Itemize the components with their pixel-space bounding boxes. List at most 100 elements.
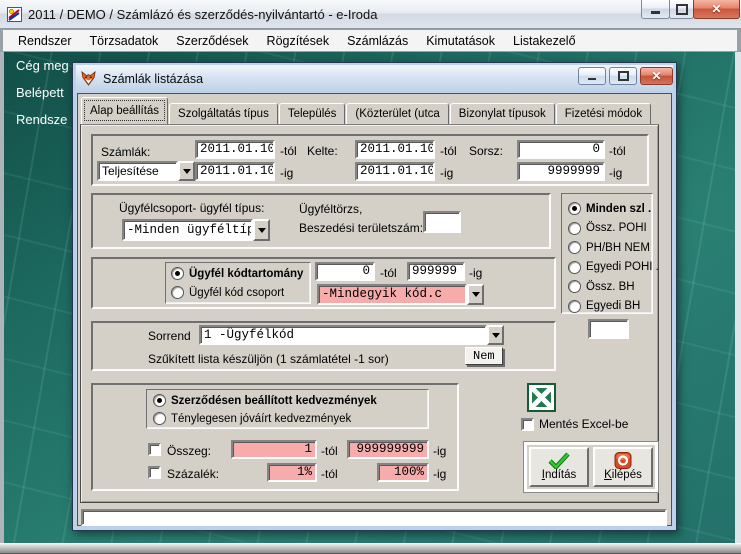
client-code-range-option[interactable]: Ügyfél kódtartomány bbox=[171, 267, 303, 280]
territory-label-2: Beszedési területszám: bbox=[299, 221, 423, 235]
szamlak-label: Számlák: bbox=[101, 145, 150, 159]
maximize-button[interactable] bbox=[669, 0, 694, 19]
osszeg-to-field[interactable]: 999999999 bbox=[347, 440, 429, 459]
szazalek-checkbox[interactable] bbox=[148, 466, 161, 479]
order-dropdown[interactable]: 1 -Ügyfélkód bbox=[199, 325, 504, 345]
tab-telepules[interactable]: Település bbox=[279, 103, 346, 124]
fox-icon bbox=[81, 71, 96, 86]
client-code-to-field[interactable]: 999999 bbox=[407, 262, 465, 281]
minimize-button[interactable] bbox=[641, 0, 670, 19]
excel-export-checkbox[interactable] bbox=[521, 418, 534, 431]
sorsz-from-field[interactable]: 0 bbox=[517, 140, 605, 159]
territory-field[interactable] bbox=[423, 211, 461, 233]
suffix-to-label: -ig bbox=[469, 266, 482, 280]
code-group-dropdown[interactable]: -Mindegyik kód.c bbox=[317, 284, 484, 305]
tab-bizonylat-tipusok[interactable]: Bizonylat típusok bbox=[450, 103, 555, 124]
group-discounts: Szerződésen beállított kedvezmények Tény… bbox=[91, 383, 459, 491]
suffix-to-label: -ig bbox=[280, 166, 293, 180]
client-code-group-label: Ügyfél kód csoport bbox=[189, 287, 284, 299]
dialog-minimize-button[interactable] bbox=[578, 67, 606, 85]
client-type-dropdown[interactable]: -Minden ügyféltíp bbox=[122, 219, 270, 241]
client-code-group-option[interactable]: Ügyfél kód csoport bbox=[171, 286, 284, 299]
kelte-date-to-field[interactable]: 2011.01.10 bbox=[355, 162, 435, 181]
suffix-to-label: -ig bbox=[440, 166, 453, 180]
excel-export-option[interactable]: Mentés Excel-be bbox=[521, 417, 628, 431]
nem-toggle-button[interactable]: Nem bbox=[465, 347, 503, 365]
main-statusbar bbox=[0, 543, 741, 554]
scope-option-label: Egyedi POHI . bbox=[586, 261, 659, 273]
minimize-icon bbox=[651, 11, 660, 14]
sorsz-to-field[interactable]: 9999999 bbox=[517, 162, 605, 181]
kelte-label: Kelte: bbox=[307, 144, 338, 158]
menu-szerzodesek[interactable]: Szerződések bbox=[167, 32, 257, 50]
discount-actual-option[interactable]: Ténylegesen jóváírt kedvezmények bbox=[153, 412, 351, 425]
client-type-label: Ügyfélcsoport- ügyfél típus: bbox=[119, 201, 264, 215]
scope-option-phbh-nem[interactable]: PH/BH NEM bbox=[568, 241, 652, 254]
scope-option-minden-szl[interactable]: Minden szl . bbox=[568, 202, 652, 215]
dropdown-arrow-button[interactable] bbox=[467, 284, 484, 305]
maximize-icon bbox=[676, 4, 688, 15]
tab-fizetesi-modok[interactable]: Fizetési módok bbox=[556, 103, 651, 124]
main-titlebar: 2011 / DEMO / Számlázó és szerződés-nyil… bbox=[0, 0, 741, 29]
scope-extra-field[interactable] bbox=[588, 319, 629, 339]
suffix-from-label: -tól bbox=[609, 144, 626, 158]
code-group-value: -Mindegyik kód.c bbox=[317, 284, 467, 305]
client-code-range-label: Ügyfél kódtartomány bbox=[189, 268, 303, 280]
radio-icon bbox=[568, 280, 581, 293]
inditas-button[interactable]: Indítás bbox=[529, 447, 589, 487]
suffix-to-label: -ig bbox=[609, 166, 622, 180]
group-scope: Minden szl . Össz. POHI PH/BH NEM Egyedi… bbox=[561, 193, 653, 314]
kelte-date-from-field[interactable]: 2011.01.10 bbox=[355, 140, 435, 159]
minimize-icon bbox=[588, 78, 596, 80]
kilepes-button[interactable]: Kilépés bbox=[593, 447, 653, 487]
territory-label-1: Ügyféltörzs, bbox=[299, 202, 362, 216]
suffix-from-label: -tól bbox=[440, 144, 457, 158]
bg-label-belepett: Belépett bbox=[16, 85, 64, 100]
tab-alap-beallitas[interactable]: Alap beállítás bbox=[81, 97, 168, 124]
scope-option-ossz-bh[interactable]: Össz. BH bbox=[568, 280, 652, 293]
scope-option-egyedi-bh[interactable]: Egyedi BH bbox=[568, 300, 652, 313]
scope-option-label: Össz. POHI bbox=[586, 222, 647, 234]
group-invoice-dates: Számlák: 2011.01.10 -tól Kelte: 2011.01.… bbox=[91, 134, 649, 186]
osszeg-from-field[interactable]: 1 bbox=[231, 440, 317, 459]
scope-option-ossz-pohi[interactable]: Össz. POHI bbox=[568, 222, 652, 235]
dropdown-arrow-button[interactable] bbox=[487, 325, 504, 345]
dropdown-arrow-button[interactable] bbox=[253, 219, 270, 241]
radio-icon bbox=[153, 412, 166, 425]
menu-rogzitesek[interactable]: Rögzítések bbox=[258, 32, 339, 50]
osszeg-label: Összeg: bbox=[167, 444, 211, 458]
suffix-from-label: -tól bbox=[380, 266, 397, 280]
scope-option-egyedi-pohi[interactable]: Egyedi POHI . bbox=[568, 261, 652, 274]
tab-szolgaltatas-tipus[interactable]: Szolgáltatás típus bbox=[169, 103, 278, 124]
osszeg-checkbox[interactable] bbox=[148, 443, 161, 456]
szamlak-date-to-field[interactable]: 2011.01.10 bbox=[195, 162, 275, 181]
suffix-from-label: -tól bbox=[321, 467, 338, 481]
szazalek-from-field[interactable]: 1% bbox=[267, 463, 317, 482]
radio-icon bbox=[171, 267, 184, 280]
dialog-maximize-button[interactable] bbox=[609, 67, 637, 85]
menu-rendszer[interactable]: Rendszer bbox=[9, 32, 81, 50]
suffix-to-label: -ig bbox=[433, 467, 446, 481]
maximize-icon bbox=[618, 71, 629, 81]
szazalek-to-field[interactable]: 100% bbox=[377, 463, 429, 482]
menu-torzsadatok[interactable]: Törzsadatok bbox=[81, 32, 168, 50]
dialog-title: Számlák listázása bbox=[103, 72, 203, 86]
narrow-list-label: Szűkített lista készüljön (1 számlatétel… bbox=[148, 352, 389, 366]
szamlak-date-from-field[interactable]: 2011.01.10 bbox=[195, 140, 275, 159]
bg-label-ceg: Cég meg bbox=[16, 58, 69, 73]
radio-icon bbox=[568, 222, 581, 235]
menu-listakezelo[interactable]: Listakezelő bbox=[504, 32, 585, 50]
menu-kimutatasok[interactable]: Kimutatások bbox=[417, 32, 504, 50]
menu-szamlazas[interactable]: Számlázás bbox=[338, 32, 417, 50]
sorsz-label: Sorsz: bbox=[469, 144, 503, 158]
client-code-from-field[interactable]: 0 bbox=[315, 262, 375, 281]
tab-kozterulet[interactable]: (Közterület (utca bbox=[346, 103, 448, 124]
dialog-close-button[interactable]: ✕ bbox=[640, 67, 673, 85]
window-controls: ✕ bbox=[642, 0, 740, 19]
close-button[interactable]: ✕ bbox=[693, 0, 740, 19]
invoice-mode-dropdown[interactable]: Teljesítése bbox=[97, 161, 195, 181]
kilepes-label: Kilépés bbox=[604, 470, 642, 482]
dropdown-arrow-button[interactable] bbox=[178, 161, 195, 181]
discount-contract-option[interactable]: Szerződésen beállított kedvezmények bbox=[153, 394, 377, 407]
radio-icon bbox=[568, 300, 581, 313]
